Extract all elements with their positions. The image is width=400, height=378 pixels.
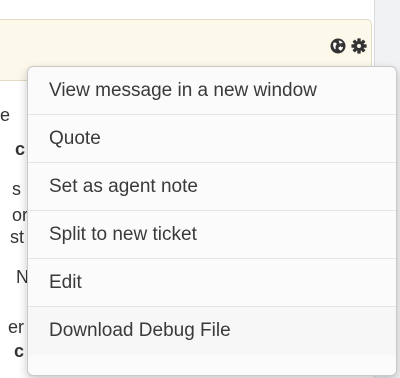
body-text-fragment: e xyxy=(0,105,11,125)
context-menu: View message in a new window Quote Set a… xyxy=(27,66,397,376)
menu-item-view-in-new-window[interactable]: View message in a new window xyxy=(28,67,396,115)
body-text-fragment: or xyxy=(12,205,29,225)
body-text-fragment: c xyxy=(14,341,25,361)
menu-item-split-to-new-ticket[interactable]: Split to new ticket xyxy=(28,211,396,259)
body-text-fragment: s xyxy=(12,179,21,199)
menu-item-quote[interactable]: Quote xyxy=(28,115,396,163)
menu-item-download-debug-file[interactable]: Download Debug File xyxy=(28,307,396,355)
menu-item-set-as-agent-note[interactable]: Set as agent note xyxy=(28,163,396,211)
gear-icon[interactable] xyxy=(350,37,368,55)
menu-item-edit[interactable]: Edit xyxy=(28,259,396,307)
body-text-fragment: c xyxy=(15,139,26,159)
globe-icon[interactable] xyxy=(329,37,347,55)
body-text-fragment: st xyxy=(10,227,25,247)
body-text-fragment: er xyxy=(8,317,25,337)
